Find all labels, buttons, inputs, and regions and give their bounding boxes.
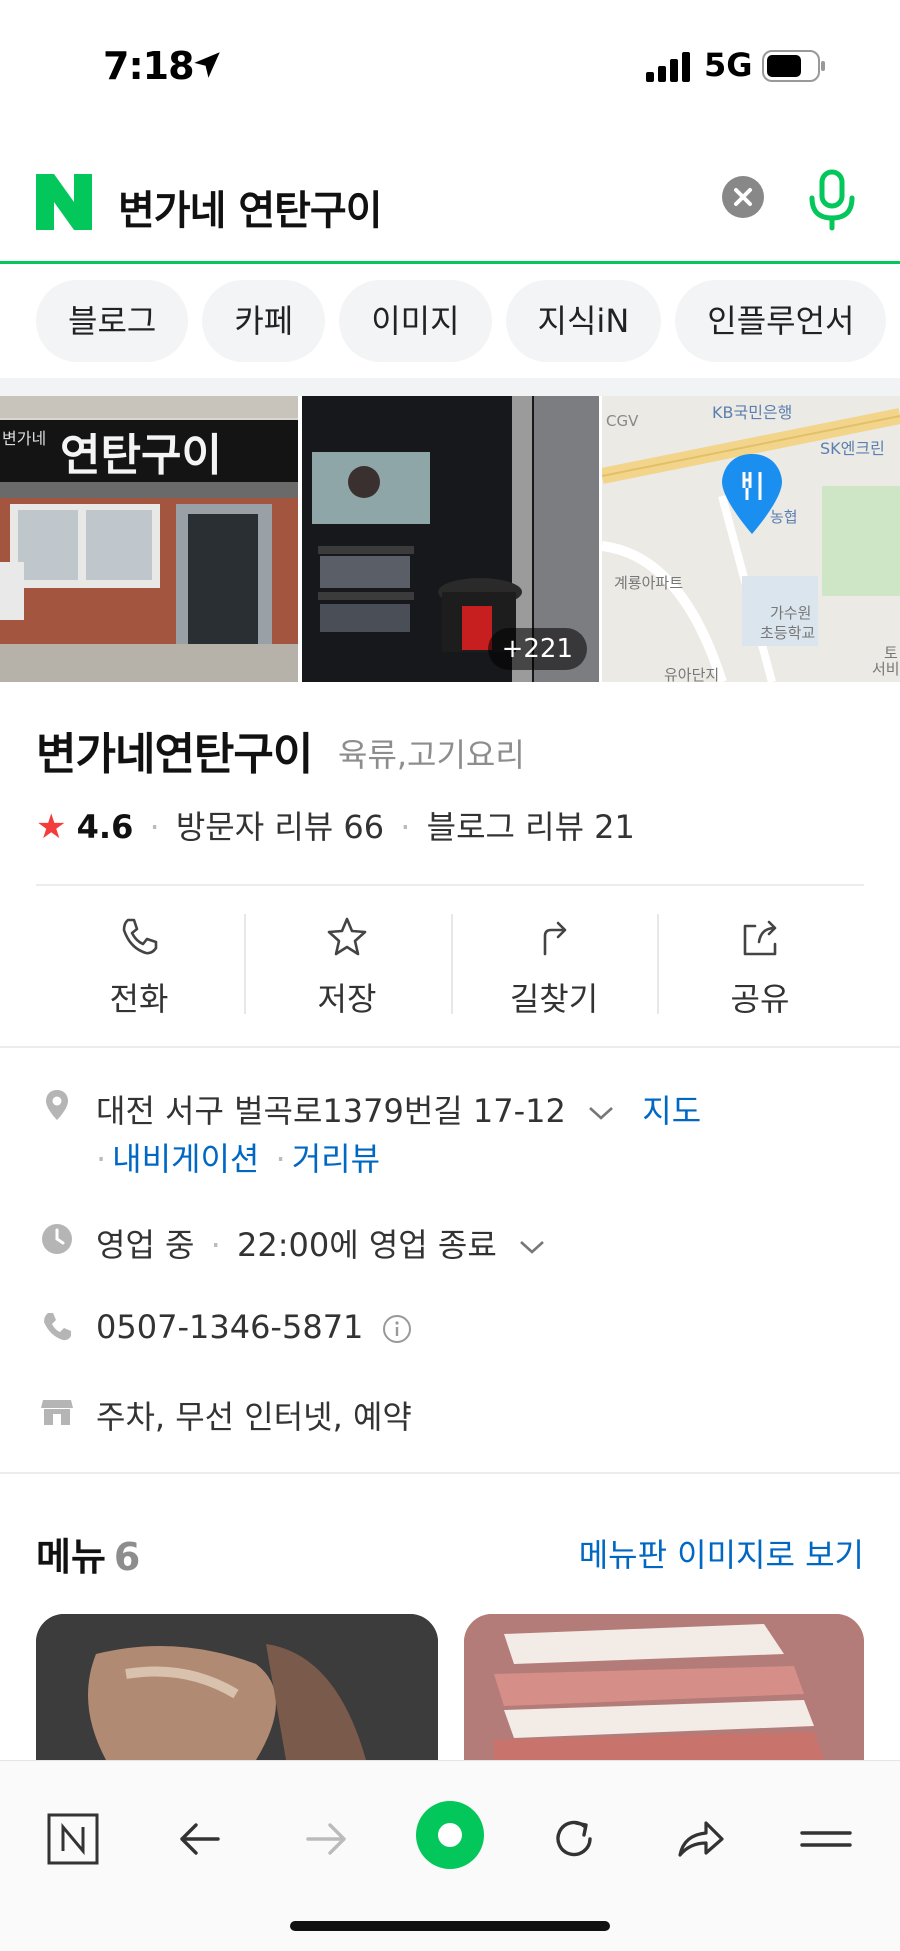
chip-blog[interactable]: 블로그 bbox=[36, 280, 189, 362]
search-query[interactable]: 변가네 연탄구이 bbox=[118, 178, 383, 236]
pin-icon bbox=[46, 1090, 68, 1120]
save-button[interactable]: 저장 bbox=[244, 900, 450, 1024]
divider bbox=[36, 884, 864, 886]
menu-title-text: 메뉴 bbox=[36, 1535, 106, 1579]
rating-row: ★ 4.6 · 방문자 리뷰 66 · 블로그 리뷰 21 bbox=[36, 802, 635, 848]
map-thumbnail[interactable]: KB국민은행 CGV SK엔크린 농협 계룡아파트 가수원 초등학교 토 서비 … bbox=[602, 396, 900, 682]
map-label-nonghyup: 농협 bbox=[770, 508, 798, 526]
share-arrow-icon[interactable] bbox=[672, 1811, 728, 1867]
divider bbox=[0, 1472, 900, 1474]
sign-text: 연탄구이 bbox=[60, 430, 222, 481]
star-icon bbox=[327, 917, 367, 956]
chip-influencer[interactable]: 인플루언서 bbox=[675, 280, 887, 362]
info-icon[interactable] bbox=[382, 1314, 412, 1344]
location-arrow-icon bbox=[194, 52, 220, 78]
map-label-bank: KB국민은행 bbox=[712, 403, 792, 422]
navigation-link[interactable]: 내비게이션 bbox=[112, 1140, 259, 1178]
share-icon bbox=[743, 920, 777, 956]
rating-star-icon: ★ bbox=[36, 807, 67, 847]
directions-button[interactable]: 길찾기 bbox=[451, 900, 657, 1024]
menu-item-photo[interactable] bbox=[464, 1614, 864, 1760]
menu-icon[interactable] bbox=[798, 1811, 854, 1867]
share-button[interactable]: 공유 bbox=[657, 900, 863, 1024]
browser-toolbar bbox=[0, 1760, 900, 1951]
chip-kin[interactable]: 지식iN bbox=[505, 280, 662, 362]
separator-dot: · bbox=[275, 1140, 286, 1178]
address-text: 대전 서구 벌곡로1379번길 17-12 bbox=[96, 1092, 566, 1130]
menu-count: 6 bbox=[113, 1535, 141, 1579]
menu-item-photo[interactable] bbox=[36, 1614, 438, 1760]
refresh-icon[interactable] bbox=[546, 1811, 602, 1867]
address-line: 대전 서구 벌곡로1379번길 17-12 지도 bbox=[96, 1086, 701, 1132]
divider bbox=[0, 1046, 900, 1048]
more-photos-badge: +221 bbox=[487, 628, 587, 670]
section-separator bbox=[0, 378, 900, 396]
separator-dot: · bbox=[400, 808, 411, 846]
map-label-apt: 계룡아파트 bbox=[614, 574, 683, 592]
directions-label: 길찾기 bbox=[509, 980, 599, 1018]
hours-line: 영업 중 · 22:00에 영업 종료 bbox=[96, 1220, 547, 1266]
hours-detail: 22:00에 영업 종료 bbox=[237, 1226, 497, 1264]
blog-reviews-link[interactable]: 블로그 리뷰 21 bbox=[427, 808, 635, 846]
status-bar: 7:18 5G bbox=[0, 0, 900, 140]
separator-dot: · bbox=[149, 808, 160, 846]
place-category: 육류,고기요리 bbox=[338, 736, 525, 774]
back-icon[interactable] bbox=[172, 1811, 228, 1867]
call-label: 전화 bbox=[109, 980, 169, 1018]
address-sub-links: · 내비게이션 · 거리뷰 bbox=[96, 1134, 380, 1180]
map-label-school2: 초등학교 bbox=[760, 624, 815, 642]
naver-logo-icon[interactable] bbox=[36, 174, 92, 230]
map-label-edge2: 서비 bbox=[872, 660, 900, 678]
street-view-link[interactable]: 거리뷰 bbox=[292, 1140, 380, 1178]
save-label: 저장 bbox=[317, 980, 377, 1018]
clock-icon bbox=[42, 1224, 72, 1254]
phone-icon bbox=[122, 918, 158, 955]
sign-small-text: 변가네 bbox=[2, 429, 46, 448]
map-link[interactable]: 지도 bbox=[642, 1092, 701, 1130]
clock-time: 7:18 bbox=[103, 44, 195, 88]
phone-line: 0507-1346-5871 bbox=[96, 1308, 412, 1346]
clear-icon[interactable] bbox=[722, 176, 764, 218]
phone-number[interactable]: 0507-1346-5871 bbox=[96, 1308, 363, 1346]
store-icon bbox=[41, 1400, 73, 1425]
photo-strip: 연탄구이 변가네 +221 KB국민은행 CGV SK엔크린 농협 계룡아파트 … bbox=[0, 396, 900, 682]
directions-icon bbox=[543, 921, 567, 956]
home-indicator bbox=[290, 1921, 610, 1931]
battery-icon bbox=[762, 50, 825, 82]
separator-dot: · bbox=[210, 1226, 221, 1264]
menu-image-link[interactable]: 메뉴판 이미지로 보기 bbox=[579, 1530, 864, 1576]
separator-dot: · bbox=[96, 1140, 107, 1178]
share-label: 공유 bbox=[730, 980, 790, 1018]
rating-score: 4.6 bbox=[76, 808, 134, 846]
storefront-photo[interactable]: 연탄구이 변가네 bbox=[0, 396, 298, 682]
map-label-sk: SK엔크린 bbox=[820, 439, 885, 458]
green-dot-icon[interactable] bbox=[414, 1799, 486, 1871]
visitor-reviews-link[interactable]: 방문자 리뷰 66 bbox=[176, 808, 384, 846]
category-chips: 블로그 카페 이미지 지식iN 인플루언서 bbox=[36, 280, 900, 364]
map-label-cgv: CGV bbox=[606, 412, 639, 430]
map-label-school1: 가수원 bbox=[770, 604, 811, 622]
search-bar: 변가네 연탄구이 bbox=[0, 160, 900, 264]
mic-icon[interactable] bbox=[806, 168, 858, 232]
map-label-complex: 유아단지 bbox=[664, 666, 719, 682]
chip-image[interactable]: 이미지 bbox=[339, 280, 492, 362]
phone-icon bbox=[44, 1313, 71, 1341]
chip-cafe[interactable]: 카페 bbox=[202, 280, 326, 362]
action-row: 전화 저장 길찾기 공유 bbox=[0, 900, 900, 1024]
chevron-down-icon[interactable] bbox=[517, 1237, 547, 1257]
place-name: 변가네연탄구이 bbox=[36, 729, 313, 780]
interior-photo[interactable]: +221 bbox=[302, 396, 599, 682]
naver-home-icon[interactable] bbox=[45, 1811, 101, 1867]
chevron-down-icon[interactable] bbox=[586, 1103, 616, 1123]
hours-status: 영업 중 bbox=[96, 1226, 195, 1264]
amenities-text: 주차, 무선 인터넷, 예약 bbox=[96, 1398, 412, 1436]
signal-icon bbox=[646, 52, 690, 82]
menu-title: 메뉴 6 bbox=[36, 1526, 140, 1581]
call-button[interactable]: 전화 bbox=[36, 900, 242, 1024]
network-type: 5G bbox=[704, 46, 753, 84]
forward-icon[interactable] bbox=[298, 1811, 354, 1867]
